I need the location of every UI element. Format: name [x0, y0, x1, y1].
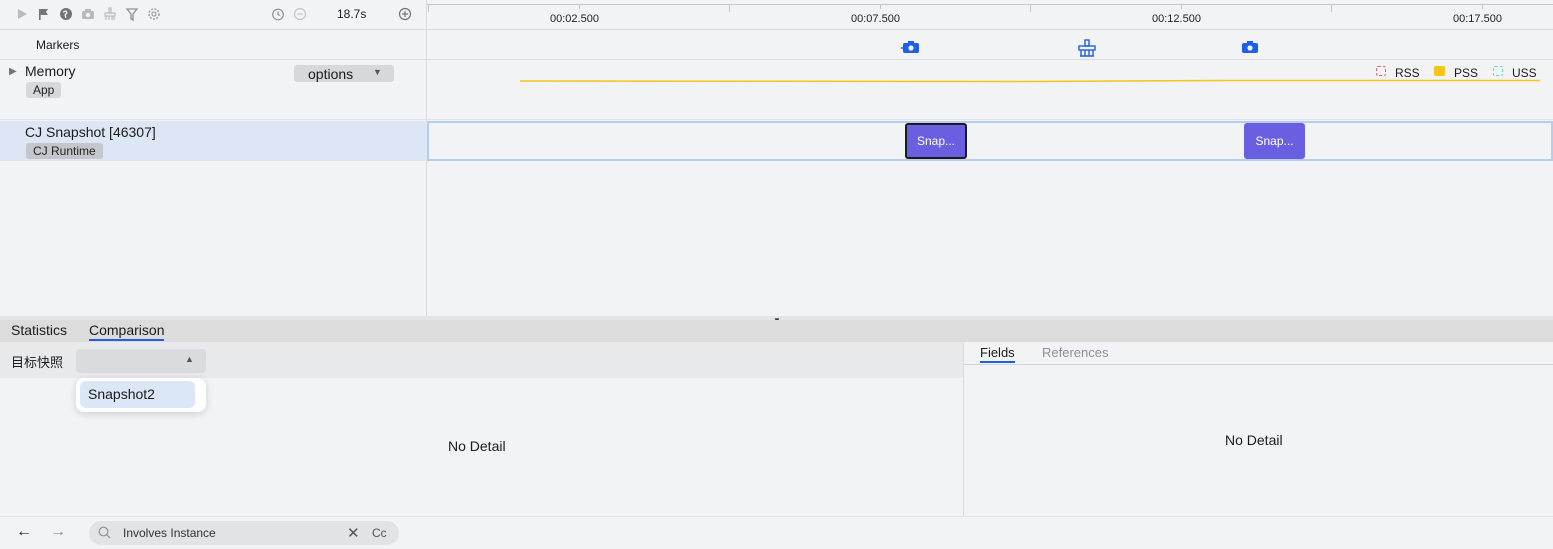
flag-icon[interactable] — [36, 6, 52, 22]
target-snapshot-label: 目标快照 — [11, 355, 64, 370]
ruler-tick — [729, 4, 730, 12]
snapshot-camera-marker-icon[interactable] — [1240, 40, 1260, 58]
chevron-up-icon: ▲ — [185, 354, 194, 364]
rss-legend-label[interactable]: RSS — [1395, 66, 1420, 80]
ruler-tick — [428, 4, 429, 12]
no-detail-text: No Detail — [448, 438, 506, 454]
zoom-in-icon[interactable] — [397, 6, 413, 22]
options-label: options — [308, 66, 354, 82]
pss-legend-swatch[interactable] — [1434, 66, 1445, 76]
chevron-down-icon: ▼ — [373, 67, 382, 77]
footer-bar: ← → Involves Instance ✕ Cc — [0, 516, 1553, 549]
tab-references[interactable]: References — [1042, 345, 1108, 360]
no-detail-text: No Detail — [1225, 432, 1283, 448]
dropdown-option-snapshot2[interactable]: Snapshot2 — [80, 381, 195, 408]
ruler-tick — [1030, 4, 1031, 12]
filter-icon[interactable] — [124, 6, 140, 22]
snapshot-block[interactable]: Snap... — [1244, 123, 1305, 159]
pss-series-line — [519, 79, 1540, 83]
ruler-minor-tick — [1181, 4, 1182, 9]
play-icon[interactable] — [14, 6, 30, 22]
snapshot-tag: CJ Runtime — [26, 143, 103, 159]
timeline-pane[interactable]: 00:02.500 00:07.500 00:12.500 00:17.500 … — [427, 0, 1553, 316]
ruler-minor-tick — [1482, 4, 1483, 9]
ruler-minor-tick — [880, 4, 881, 9]
markers-label: Markers — [36, 38, 80, 52]
snapshot-block-selected[interactable]: Snap... — [905, 123, 967, 159]
tick-label: 00:12.500 — [1152, 13, 1201, 25]
time-ruler[interactable]: 00:02.500 00:07.500 00:12.500 00:17.500 — [427, 0, 1553, 30]
ruler-line — [427, 4, 1553, 5]
search-input[interactable]: Involves Instance — [123, 526, 216, 540]
ruler-minor-tick — [579, 4, 580, 9]
memory-title: Memory — [25, 63, 76, 79]
snapshot-dropdown-menu: Snapshot2 — [76, 378, 206, 412]
pss-legend-label[interactable]: PSS — [1454, 66, 1478, 80]
uss-legend-swatch[interactable] — [1493, 66, 1503, 76]
comparison-panel: 目标快照 ▲ No Detail — [0, 342, 963, 516]
memory-track[interactable]: RSS PSS USS — [427, 60, 1553, 120]
comparison-header: 目标快照 ▲ — [0, 342, 963, 378]
search-icon — [98, 526, 111, 544]
snapshot-track[interactable]: Snap... Snap... — [427, 121, 1553, 161]
detail-panel: Fields References No Detail — [963, 342, 1553, 516]
tick-label: 00:07.500 — [851, 13, 900, 25]
tab-comparison[interactable]: Comparison — [89, 322, 165, 341]
toolbar: 18.7s — [0, 0, 427, 30]
case-sensitive-toggle[interactable]: Cc — [372, 526, 387, 540]
snapshot-title: CJ Snapshot [46307] — [25, 124, 156, 140]
rss-legend-swatch[interactable] — [1376, 66, 1386, 76]
target-snapshot-select[interactable]: ▲ — [76, 349, 206, 373]
gc-broom-marker-icon[interactable] — [1077, 39, 1097, 57]
memory-tag: App — [26, 82, 62, 98]
broom-icon[interactable] — [102, 6, 118, 22]
snapshot-track-label[interactable]: CJ Snapshot [46307] CJ Runtime — [0, 121, 427, 161]
zoom-out-icon[interactable] — [292, 6, 308, 22]
forward-arrow-icon[interactable]: → — [50, 523, 66, 541]
ruler-tick — [1331, 4, 1332, 12]
uss-legend-label[interactable]: USS — [1512, 66, 1537, 80]
snapshot-block-label: Snap... — [1255, 134, 1294, 148]
clear-icon[interactable]: ✕ — [347, 524, 360, 542]
bottom-tabbar: Statistics Comparison — [0, 320, 1553, 342]
expand-triangle-icon[interactable]: ▶ — [9, 66, 17, 77]
globe-icon[interactable] — [58, 6, 74, 22]
tab-fields[interactable]: Fields — [980, 345, 1015, 363]
options-dropdown[interactable]: options ▼ — [294, 65, 394, 82]
snapshot-block-label: Snap... — [916, 134, 956, 148]
duration-label: 18.7s — [337, 7, 367, 21]
tab-statistics[interactable]: Statistics — [11, 322, 67, 338]
track-labels-pane: 18.7s Markers ▶ Memory App options ▼ CJ … — [0, 0, 427, 316]
markers-row-label: Markers — [0, 30, 427, 60]
memory-track-label[interactable]: ▶ Memory App options ▼ — [0, 60, 427, 120]
gear-icon[interactable] — [146, 6, 162, 22]
camera-icon[interactable] — [80, 6, 96, 22]
tick-label: 00:02.500 — [550, 13, 599, 25]
snapshot-camera-marker-icon[interactable] — [901, 40, 921, 58]
detail-tabbar: Fields References — [964, 342, 1553, 365]
search-box[interactable]: Involves Instance ✕ Cc — [89, 521, 399, 545]
tick-label: 00:17.500 — [1453, 13, 1502, 25]
back-arrow-icon[interactable]: ← — [16, 523, 32, 541]
markers-row — [427, 30, 1553, 60]
timer-icon[interactable] — [270, 6, 286, 22]
